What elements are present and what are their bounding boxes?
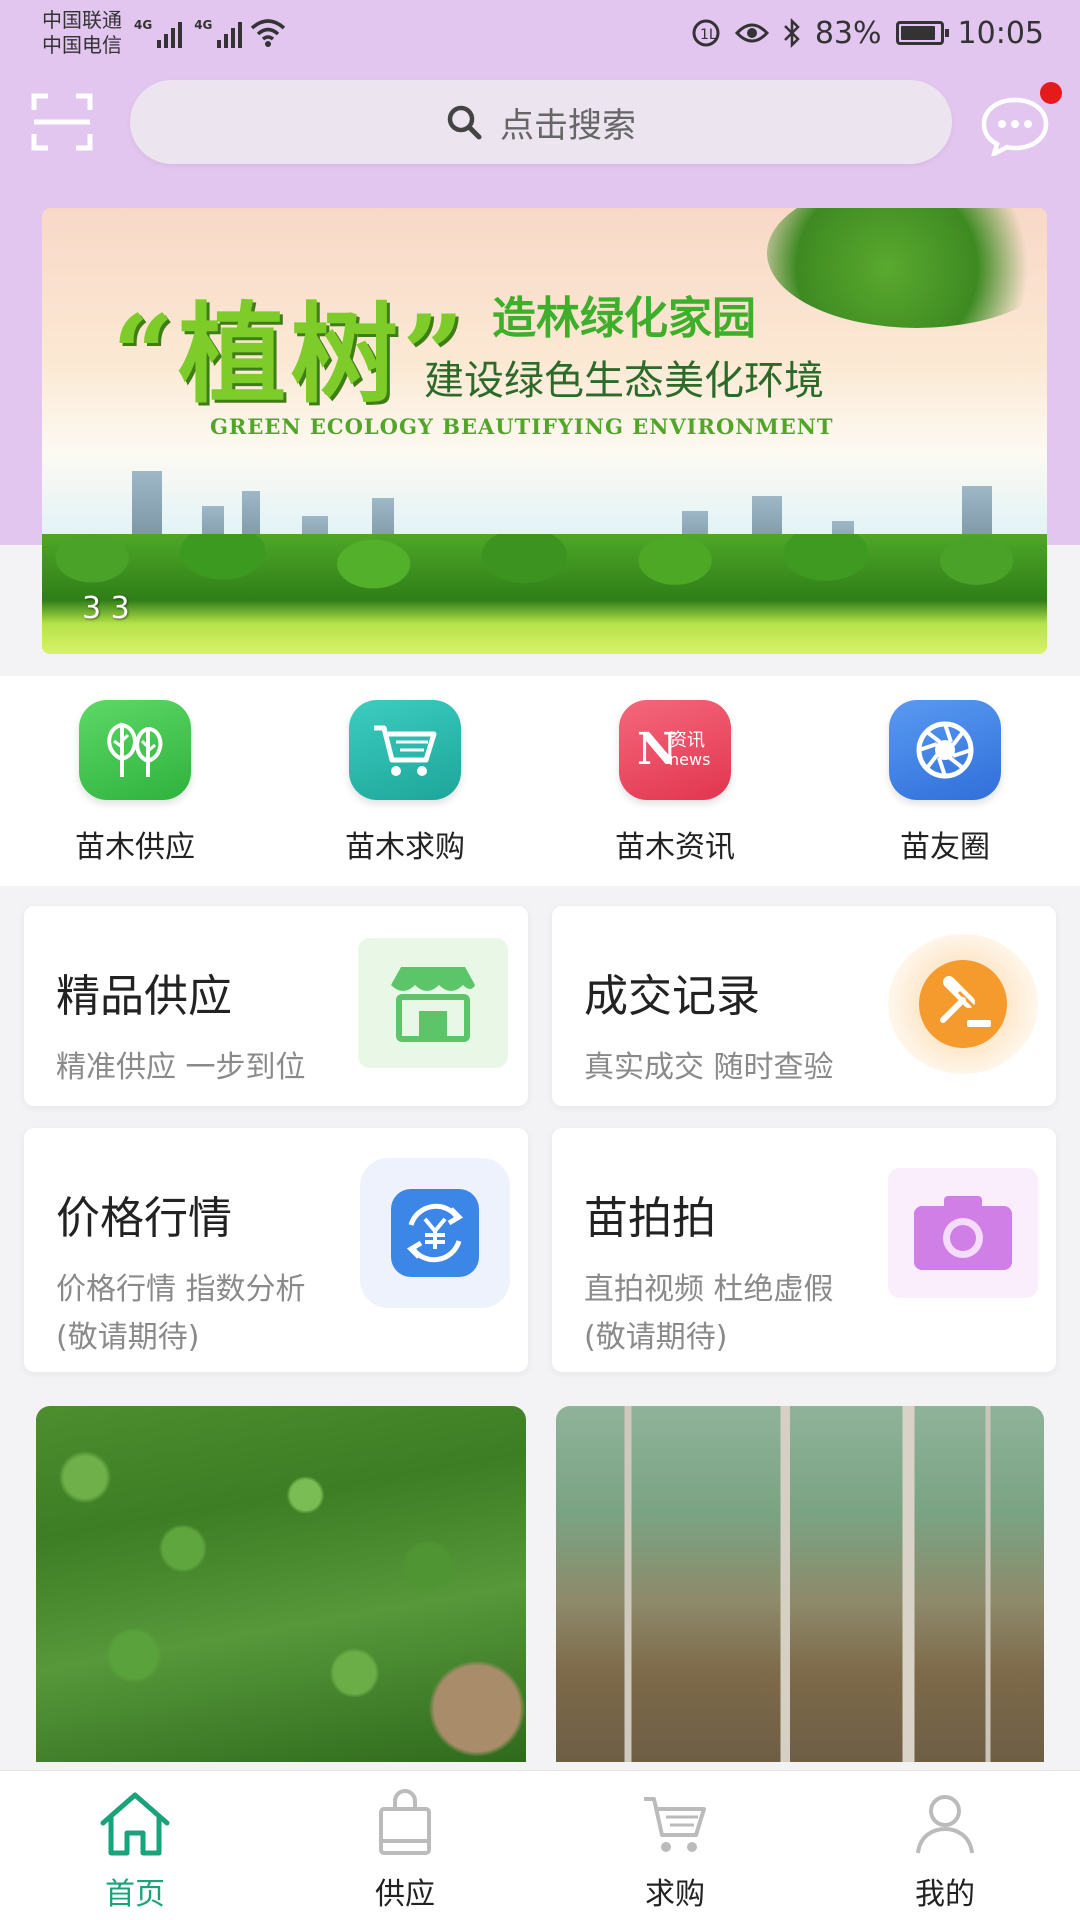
bottom-nav: 首页 供应 求购 我的 (0, 1770, 1080, 1920)
notification-badge (1040, 82, 1062, 104)
bottom-nav-purchase[interactable]: 求购 (540, 1771, 810, 1920)
carrier-2: 中国电信 (42, 33, 122, 57)
quick-nav-label: 苗木供应 (75, 830, 195, 865)
listing-photo-hedge[interactable] (36, 1406, 526, 1762)
banner-title: “植树” (112, 292, 469, 418)
bottom-nav-label: 供应 (375, 1877, 435, 1912)
card-subtitle-line: 价格行情 指数分析 (56, 1272, 306, 1307)
status-bar: 中国联通 中国电信 4G 4G 1L 83% 10:05 (0, 0, 1080, 66)
search-bar[interactable]: 点击搜索 (130, 80, 952, 164)
app-header: 点击搜索 (0, 78, 1080, 174)
svg-text:1L: 1L (700, 27, 717, 43)
card-price-trends[interactable]: 价格行情 价格行情 指数分析 (敬请期待) (24, 1128, 528, 1372)
signal-icon: 4G (134, 18, 183, 48)
cart-icon (644, 1797, 706, 1852)
carrier-1: 中国联通 (42, 8, 122, 32)
card-title: 价格行情 (56, 1193, 232, 1244)
home-icon (100, 1792, 170, 1856)
quick-nav-circle[interactable]: 苗友圈 (810, 676, 1080, 886)
bottom-nav-home[interactable]: 首页 (0, 1771, 270, 1920)
bottom-nav-label: 我的 (915, 1877, 975, 1912)
search-icon (447, 105, 482, 140)
user-icon (916, 1795, 974, 1854)
wifi-icon (251, 19, 286, 47)
card-coming-soon: (敬请期待) (56, 1320, 200, 1355)
news-icon-cn: 资讯 (669, 730, 705, 751)
banner-tree-decoration (767, 208, 1047, 328)
scan-icon[interactable] (30, 92, 94, 152)
banner-forest (42, 534, 1047, 654)
banner-subtitle-1: 造林绿化家园 (492, 293, 756, 344)
quick-nav: 苗木供应 苗木求购 N 资讯 news 苗木资讯 苗友圈 (0, 676, 1080, 886)
card-coming-soon: (敬请期待) (584, 1320, 728, 1355)
card-subtitle: 价格行情 指数分析 (敬请期待) (56, 1266, 306, 1362)
card-miao-paipai[interactable]: 苗拍拍 直拍视频 杜绝虚假 (敬请期待) (552, 1128, 1056, 1372)
cart-icon (349, 700, 461, 800)
tree-icon (79, 700, 191, 800)
camera-icon (888, 1168, 1038, 1298)
card-subtitle: 直拍视频 杜绝虚假 (敬请期待) (584, 1266, 834, 1362)
bag-icon (379, 1789, 431, 1855)
battery-icon (895, 21, 949, 45)
bottom-nav-supply[interactable]: 供应 (270, 1771, 540, 1920)
signal-icon: 4G (194, 18, 243, 48)
carrier-names: 中国联通 中国电信 (42, 8, 122, 58)
card-subtitle: 精准供应 一步到位 (56, 1050, 306, 1085)
card-title: 成交记录 (584, 971, 760, 1022)
banner-subtitle-2: 建设绿色生态美化环境 (424, 358, 824, 404)
quick-nav-label: 苗木求购 (345, 830, 465, 865)
card-title: 苗拍拍 (584, 1193, 716, 1244)
clock: 10:05 (957, 15, 1044, 51)
quick-nav-supply[interactable]: 苗木供应 (0, 676, 270, 886)
bluetooth-icon (783, 18, 800, 48)
gavel-icon (888, 934, 1038, 1074)
card-subtitle: 真实成交 随时查验 (584, 1050, 834, 1085)
banner-english-tagline: GREEN ECOLOGY BEAUTIFYING ENVIRONMENT (210, 414, 834, 439)
card-subtitle-line: 直拍视频 杜绝虚假 (584, 1272, 834, 1307)
banner-page-indicator: 3 3 (82, 591, 130, 626)
quick-nav-purchase[interactable]: 苗木求购 (270, 676, 540, 886)
quick-nav-label: 苗友圈 (900, 830, 990, 865)
message-icon[interactable] (980, 96, 1050, 156)
quick-nav-news[interactable]: N 资讯 news 苗木资讯 (540, 676, 810, 886)
store-icon (358, 938, 508, 1068)
promo-banner[interactable]: “植树” 造林绿化家园 建设绿色生态美化环境 GREEN ECOLOGY BEA… (42, 208, 1047, 654)
eye-icon (734, 23, 769, 43)
quick-nav-label: 苗木资讯 (615, 830, 735, 865)
battery-percent: 83% (814, 15, 882, 51)
news-icon-en: news (669, 750, 711, 769)
bottom-nav-label: 求购 (645, 1877, 705, 1912)
carrier-info: 中国联通 中国电信 4G 4G (42, 8, 286, 58)
aperture-icon (889, 700, 1001, 800)
bottom-nav-profile[interactable]: 我的 (810, 1771, 1080, 1920)
card-title: 精品供应 (56, 971, 232, 1022)
search-placeholder: 点击搜索 (500, 105, 636, 146)
card-premium-supply[interactable]: 精品供应 精准供应 一步到位 (24, 906, 528, 1106)
card-deal-records[interactable]: 成交记录 真实成交 随时查验 (552, 906, 1056, 1106)
data-saver-icon: 1L (692, 19, 720, 47)
listing-photo-forest[interactable] (556, 1406, 1044, 1762)
news-icon: N 资讯 news (619, 700, 731, 800)
bottom-nav-label: 首页 (105, 1877, 165, 1912)
status-right: 1L 83% 10:05 (691, 16, 1044, 51)
yuan-exchange-icon (360, 1158, 510, 1308)
